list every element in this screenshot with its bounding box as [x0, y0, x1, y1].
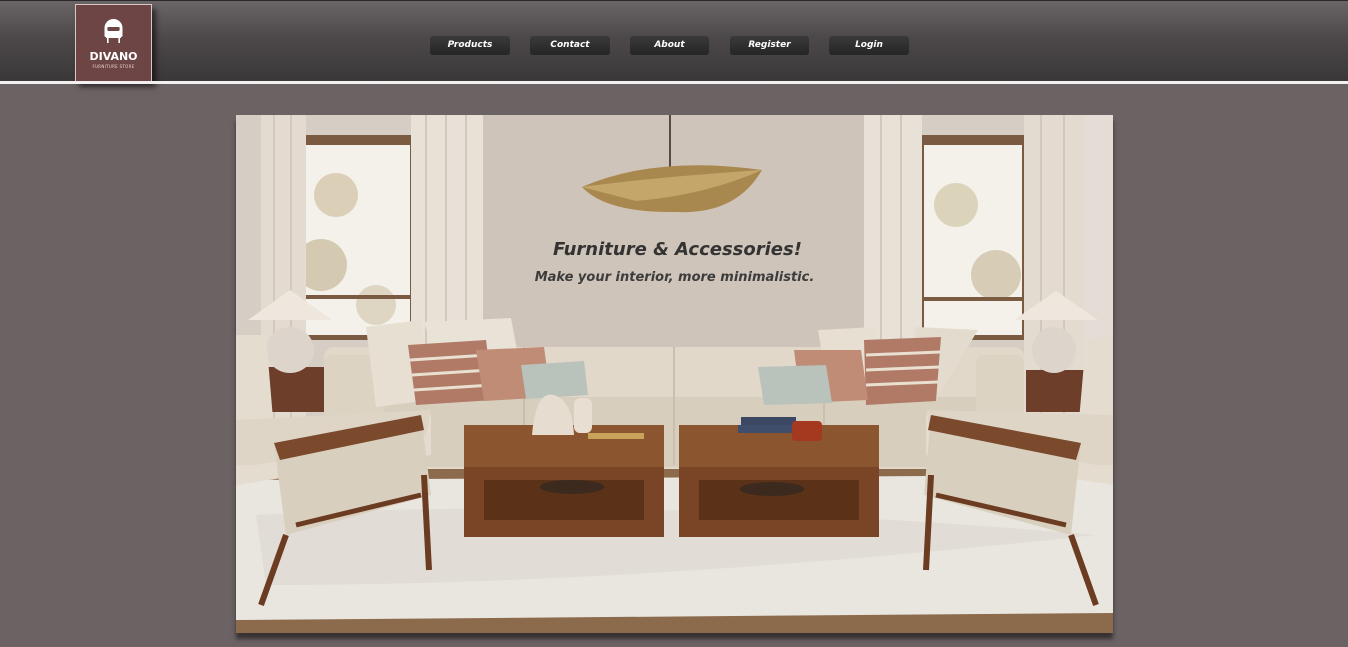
header-divider — [0, 81, 1348, 84]
hero-subtitle: Make your interior, more minimalistic. — [534, 270, 815, 285]
nav-register-button[interactable]: Register — [730, 36, 809, 55]
brand-tagline: FURNITURE STORE — [92, 64, 135, 69]
nav-products-button[interactable]: Products — [430, 36, 510, 55]
armchair-logo-icon — [104, 19, 123, 43]
hero-banner: Furniture & Accessories! Make your inter… — [236, 115, 1113, 633]
nav-contact-button[interactable]: Contact — [530, 36, 610, 55]
hero-title: Furniture & Accessories! — [553, 239, 802, 260]
nav-about-button[interactable]: About — [630, 36, 709, 55]
brand-name: DIVANO — [89, 50, 138, 63]
site-header: DIVANO FURNITURE STORE Products Contact … — [0, 0, 1348, 82]
nav-login-button[interactable]: Login — [829, 36, 909, 55]
brand-logo[interactable]: DIVANO FURNITURE STORE — [75, 4, 152, 82]
living-room-interior-photo — [236, 115, 1113, 633]
